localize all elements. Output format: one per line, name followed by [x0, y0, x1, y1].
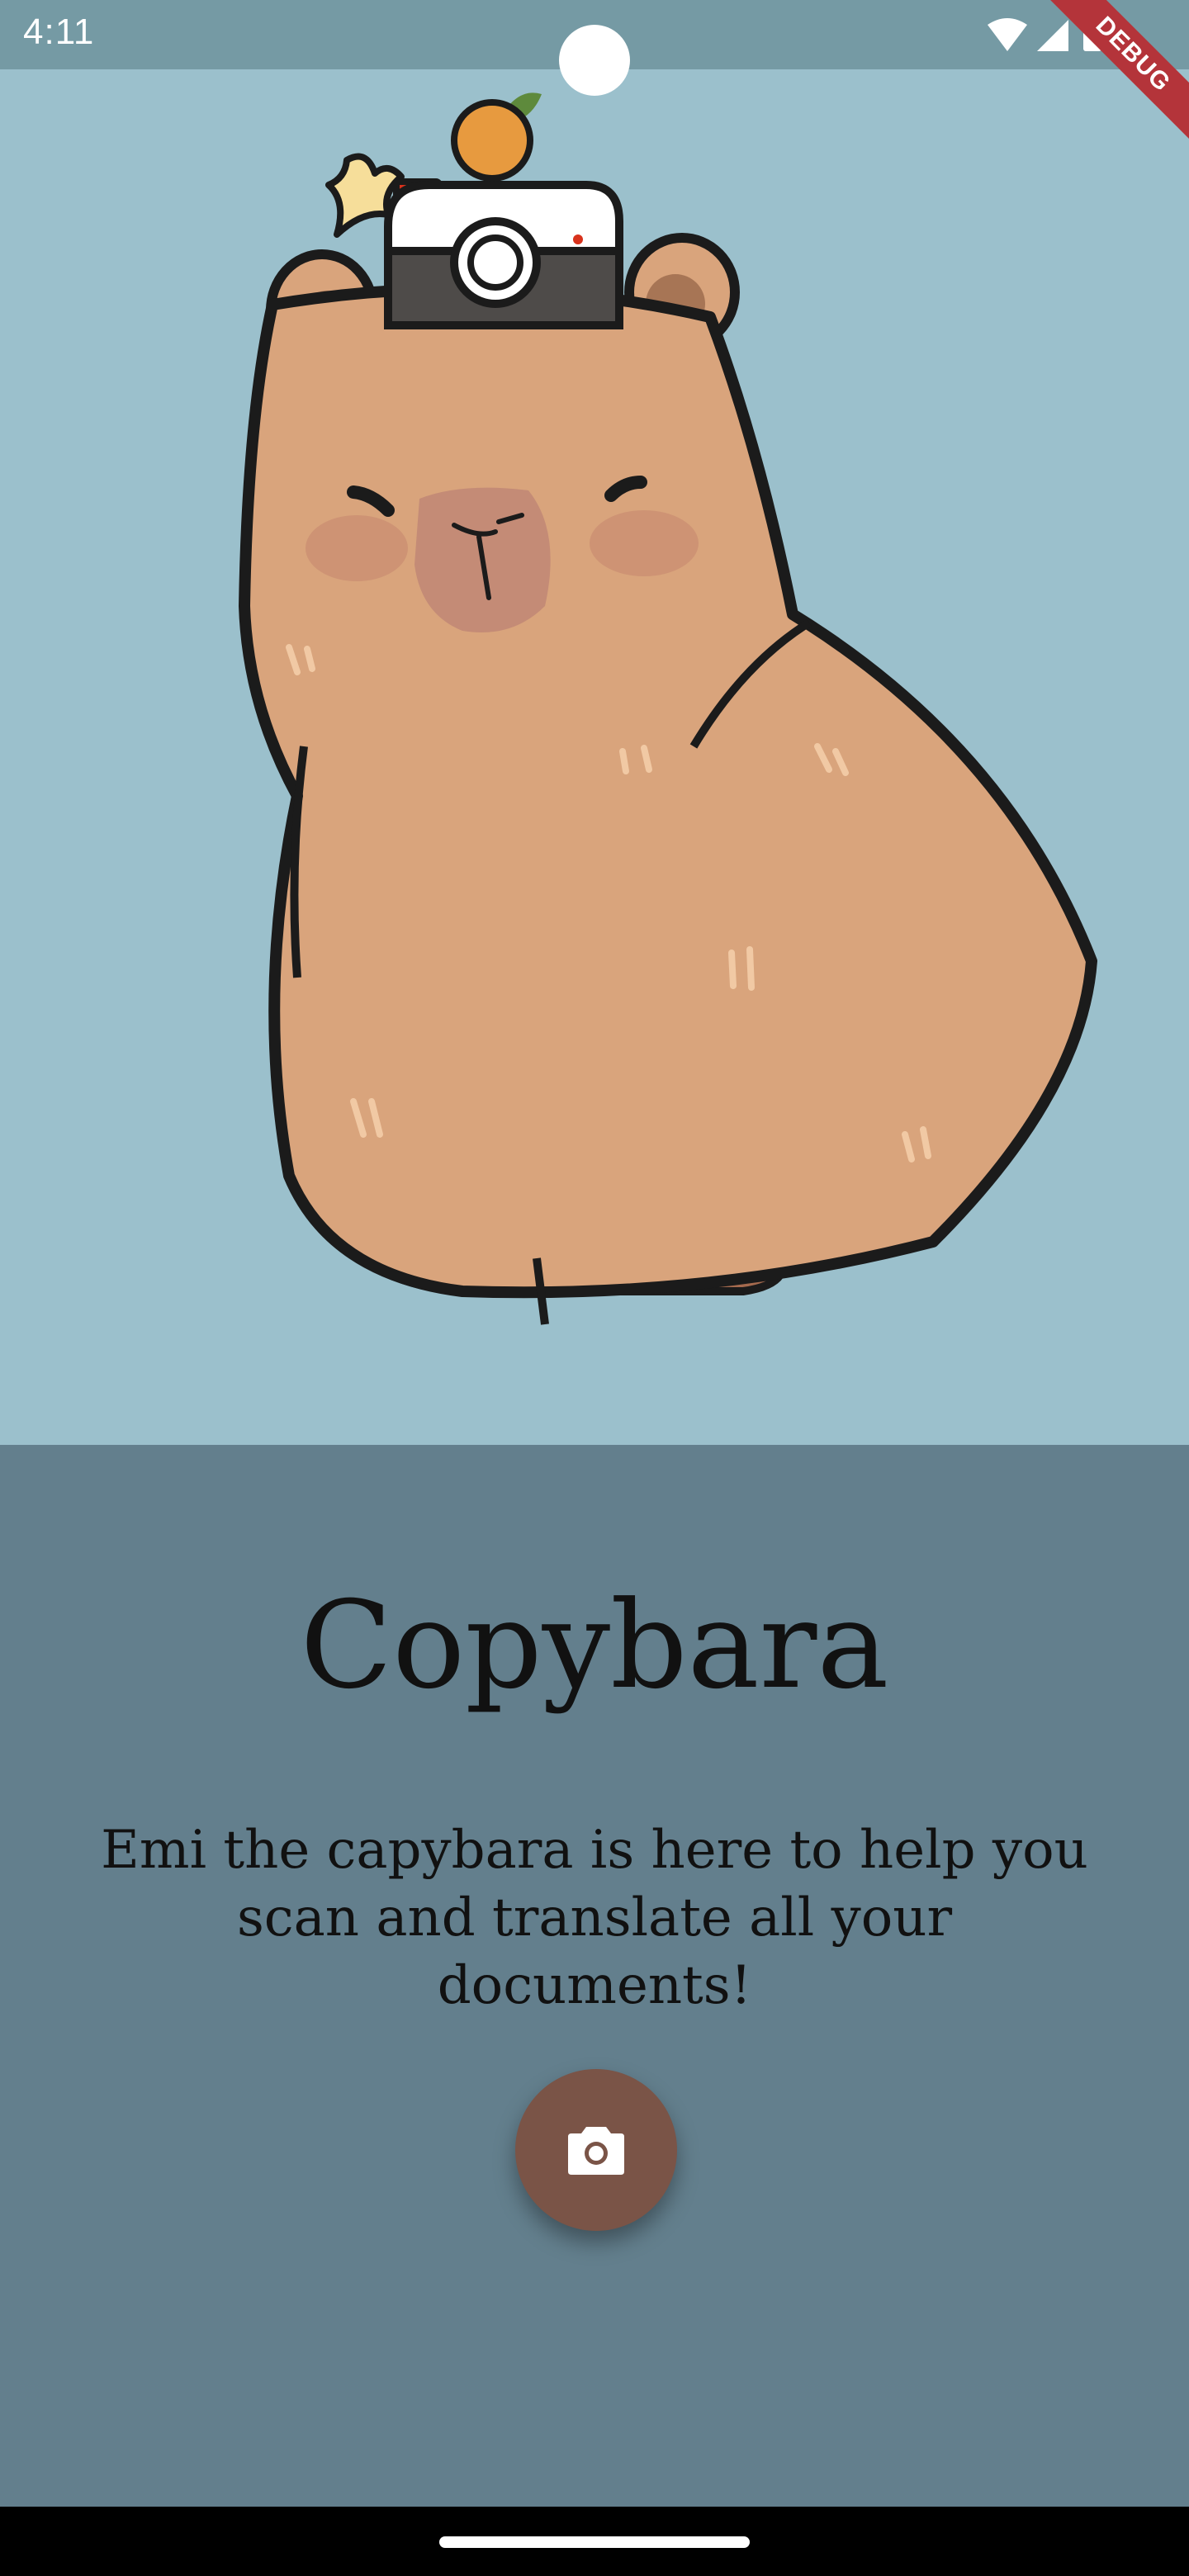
home-gesture-handle[interactable] — [439, 2536, 750, 2548]
wifi-icon — [988, 18, 1027, 51]
scan-camera-button[interactable] — [515, 2069, 677, 2231]
front-camera-cutout — [559, 25, 630, 96]
orange-fruit — [451, 92, 542, 182]
navigation-bar — [0, 2507, 1189, 2576]
status-time: 4:11 — [23, 12, 95, 52]
app-title: Copybara — [300, 1575, 889, 1716]
capybara-left-cheek — [306, 515, 408, 581]
camera-on-head — [384, 178, 623, 329]
capybara-illustration — [239, 92, 1097, 1325]
debug-banner: DEBUG — [1024, 0, 1189, 165]
camera-icon — [568, 2127, 624, 2175]
app-subtitle: Emi the capybara is here to help you sca… — [101, 1820, 1088, 2016]
capybara-body — [239, 282, 1097, 1299]
capybara-right-cheek — [590, 510, 699, 576]
hero-illustration — [0, 69, 1189, 1445]
intro-panel: Copybara Emi the capybara is here to hel… — [0, 1445, 1189, 2507]
debug-banner-label: DEBUG — [1030, 0, 1189, 157]
